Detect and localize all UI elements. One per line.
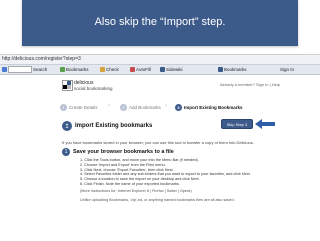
toolbar-label: Bookmarks: [224, 67, 247, 72]
sidewiki-icon: [160, 67, 165, 72]
step-one-icon: 1: [62, 148, 70, 156]
wizard-steps: 1 Create Details › 2 Add Bookmarks › 3 I…: [60, 103, 270, 113]
section-title: Save your browser bookmarks to a file: [73, 149, 174, 155]
upload-note: Unlike uploading Bookmarks, 'zip'-ed, or…: [80, 198, 235, 202]
autofill-icon: [130, 67, 135, 72]
browser-screenshot: http://delicious.com/register?step=3 Sea…: [0, 54, 320, 241]
chevron-right-icon: ›: [165, 103, 167, 109]
bookmark-icon: [60, 67, 65, 72]
import-icon: ↥: [62, 121, 72, 131]
step-label: Add Bookmarks: [129, 104, 161, 110]
toolbar-item[interactable]: Bookmarks: [218, 66, 247, 73]
header-links[interactable]: Already a member? Sign In | Help: [220, 82, 280, 87]
site-tagline: social bookmarking: [74, 86, 113, 91]
toolbar-item[interactable]: Sidewiki: [160, 66, 183, 73]
address-bar[interactable]: http://delicious.com/register?step=3: [0, 55, 320, 65]
instruction-banner: Also skip the “Import” step.: [22, 0, 298, 46]
toolbar-item[interactable]: Sign In: [280, 66, 294, 73]
toolbar-item[interactable]: Check: [100, 66, 119, 73]
import-title-row: ↥ Import Existing bookmarks: [62, 121, 152, 131]
toolbar-item[interactable]: Search: [2, 66, 47, 73]
toolbar-label: Check: [106, 67, 119, 72]
step-number: 2: [120, 103, 127, 111]
skip-step-button[interactable]: Skip Step 3: [222, 120, 252, 128]
toolbar-label: Search: [33, 67, 48, 72]
browser-toolbar: Search Bookmarks Check AutoFill Sidewiki…: [0, 65, 320, 75]
step-create-details[interactable]: 1 Create Details: [60, 103, 98, 111]
list-item: 6. Click Finish. Note the name of your e…: [80, 181, 180, 186]
chevron-right-icon: ›: [108, 103, 110, 109]
step-label: Create Details: [69, 104, 98, 110]
intro-text: If you have bookmarks stored in your bro…: [62, 140, 254, 145]
step-add-bookmarks[interactable]: 2 Add Bookmarks: [120, 103, 161, 111]
toolbar-label: Sidewiki: [166, 67, 183, 72]
step-number: 3: [175, 103, 182, 111]
instruction-list: 1. Click the Tools button, and move your…: [80, 158, 251, 187]
delicious-logo: [62, 80, 73, 91]
google-icon: [2, 67, 7, 72]
more-instructions-link[interactable]: (More instructions for: Internet Explore…: [80, 189, 192, 193]
step-number: 1: [60, 103, 67, 111]
toolbar-item[interactable]: Bookmarks: [60, 66, 89, 73]
delicious-icon: [218, 67, 223, 72]
banner-text: Also skip the “Import” step.: [94, 16, 226, 28]
step-label: Import Existing Bookmarks: [184, 104, 243, 110]
step-import-bookmarks[interactable]: 3 Import Existing Bookmarks: [175, 103, 243, 111]
address-text: http://delicious.com/register?step=3: [2, 56, 81, 62]
toolbar-label: AutoFill: [136, 67, 152, 72]
toolbar-label: Bookmarks: [66, 67, 89, 72]
page-title: Import Existing bookmarks: [75, 123, 153, 129]
check-icon: [100, 67, 105, 72]
toolbar-label: Sign In: [280, 67, 295, 72]
arrow-left-icon: [255, 119, 275, 129]
toolbar-item[interactable]: AutoFill: [130, 66, 151, 73]
toolbar-search-box[interactable]: [8, 66, 32, 73]
section-header: 1 Save your browser bookmarks to a file: [62, 148, 174, 156]
